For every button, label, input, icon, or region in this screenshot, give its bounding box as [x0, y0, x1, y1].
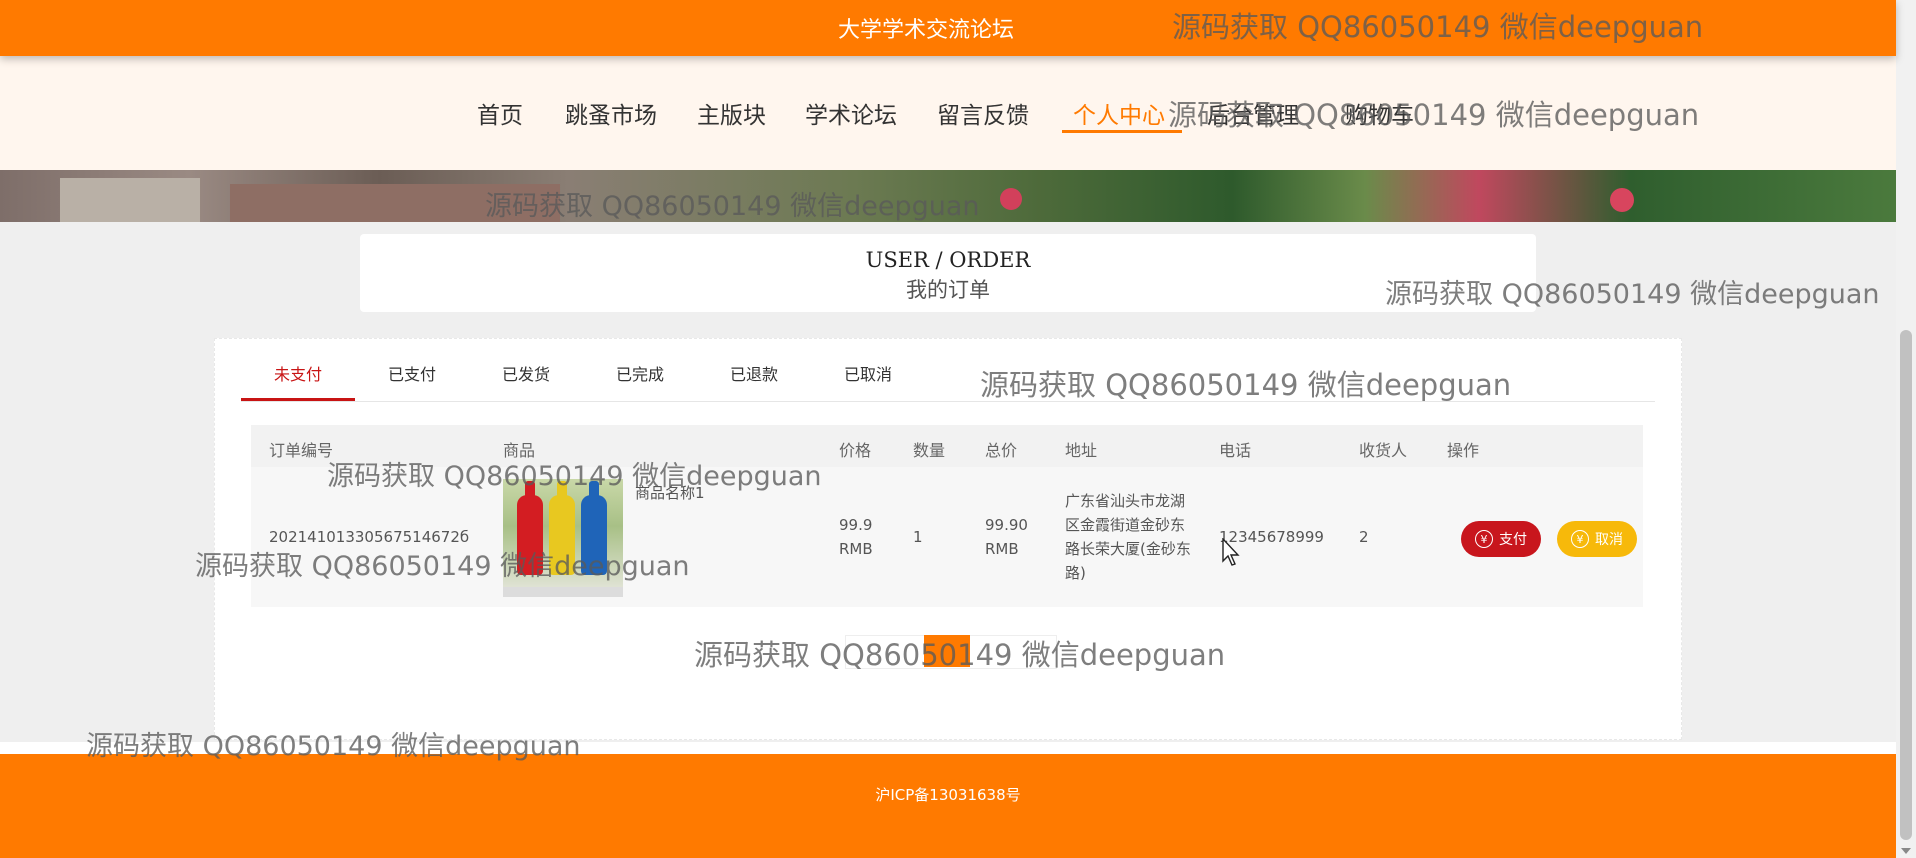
col-order-no: 订单编号 [269, 441, 334, 460]
col-total: 总价 [985, 441, 1018, 460]
banner-image [0, 170, 1896, 222]
site-title: 大学学术交流论坛 [838, 18, 1015, 43]
icp-record[interactable]: 沪ICP备13031638号 [0, 784, 1896, 805]
col-receiver: 收货人 [1359, 441, 1408, 460]
col-product: 商品 [503, 441, 536, 460]
col-actions: 操作 [1447, 441, 1480, 460]
site-footer: 沪ICP备13031638号 [0, 754, 1896, 858]
order-panel: 未支付 已支付 已发货 已完成 已退款 已取消 订单编号 商品 价格 数量 总价… [214, 338, 1682, 740]
pay-button[interactable]: ¥ 支付 [1461, 521, 1541, 557]
nav-main-board[interactable]: 主版块 [697, 96, 766, 130]
nav-academic-forum[interactable]: 学术论坛 [805, 96, 897, 130]
nav-cart[interactable]: 购物车 [1345, 96, 1414, 130]
order-status-tabs: 未支付 已支付 已发货 已完成 已退款 已取消 [241, 363, 1655, 402]
address: 广东省汕头市龙湖区金霞街道金砂东路长荣大厦(金砂东路) [1065, 492, 1191, 582]
order-number: 20214101330567514672б [269, 528, 470, 546]
quantity: 1 [913, 528, 923, 546]
tab-cancelled[interactable]: 已取消 [811, 363, 925, 401]
yen-circle-icon: ¥ [1571, 530, 1589, 548]
page-scrollbar[interactable] [1896, 0, 1916, 858]
pagination-current-page[interactable] [924, 635, 970, 667]
mouse-cursor-icon [1222, 538, 1240, 566]
price: 99.9 RMB [839, 516, 873, 558]
col-quantity: 数量 [913, 441, 946, 460]
cancel-button[interactable]: ¥ 取消 [1557, 521, 1637, 557]
scroll-down-arrow-icon[interactable] [1901, 848, 1911, 854]
footer-divider [0, 742, 1896, 754]
nav-active-underline [1062, 130, 1182, 133]
page-heading: USER / ORDER 我的订单 [360, 234, 1536, 312]
product-image[interactable] [503, 479, 623, 597]
yen-circle-icon: ¥ [1475, 530, 1493, 548]
col-phone: 电话 [1219, 441, 1252, 460]
total-price: 99.90 RMB [985, 516, 1028, 558]
tab-paid[interactable]: 已支付 [355, 363, 469, 401]
top-header: 大学学术交流论坛 [0, 0, 1896, 56]
nav-admin[interactable]: 后台管理 [1207, 96, 1299, 130]
nav-flea-market[interactable]: 跳蚤市场 [565, 96, 657, 130]
nav-home[interactable]: 首页 [477, 96, 523, 130]
cancel-label: 取消 [1595, 532, 1623, 548]
tab-completed[interactable]: 已完成 [583, 363, 697, 401]
scrollbar-thumb[interactable] [1900, 330, 1912, 840]
main-nav: 首页 跳蚤市场 主版块 学术论坛 留言反馈 个人中心 后台管理 购物车 [0, 56, 1896, 170]
table-row: 20214101330567514672б 商品名称1 99.9 RMB 1 9… [251, 467, 1643, 607]
tab-shipped[interactable]: 已发货 [469, 363, 583, 401]
nav-user-center[interactable]: 个人中心 [1073, 96, 1165, 130]
table-header: 订单编号 商品 价格 数量 总价 地址 电话 收货人 操作 [251, 425, 1643, 467]
product-name[interactable]: 商品名称1 [635, 481, 705, 505]
nav-feedback[interactable]: 留言反馈 [937, 96, 1029, 130]
tab-refunded[interactable]: 已退款 [697, 363, 811, 401]
col-address: 地址 [1065, 441, 1098, 460]
pay-label: 支付 [1499, 532, 1527, 548]
receiver: 2 [1359, 528, 1369, 546]
tab-unpaid[interactable]: 未支付 [241, 363, 355, 401]
col-price: 价格 [839, 441, 872, 460]
heading-en: USER / ORDER [865, 248, 1031, 272]
heading-cn: 我的订单 [906, 278, 990, 302]
